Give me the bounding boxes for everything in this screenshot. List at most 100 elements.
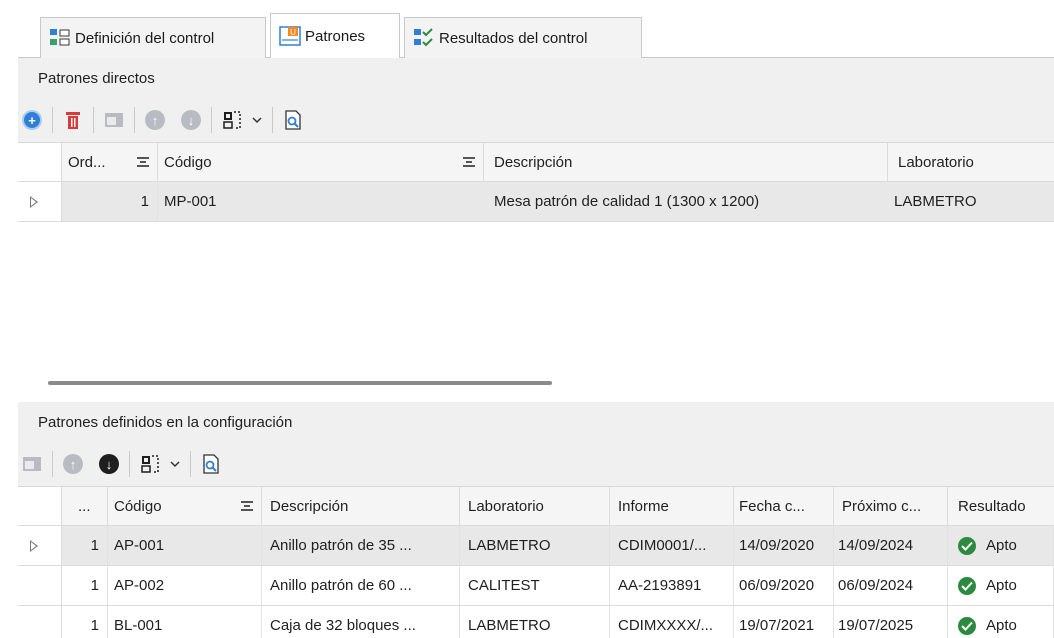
table-row[interactable]: 1 MP-001 Mesa patrón de calidad 1 (1300 … — [18, 182, 1054, 222]
columns-button[interactable] — [136, 450, 164, 478]
columns-icon — [223, 111, 241, 129]
cell-value: AP-002 — [114, 577, 165, 594]
column-header-label: Código — [164, 153, 212, 171]
section-header-patrones-configuracion: Patrones definidos en la configuración — [18, 402, 1054, 442]
grid-patrones-configuracion: ... Código Descripción Laboratorio Infor… — [18, 486, 1054, 638]
move-down-button[interactable]: ↓ — [95, 450, 123, 478]
tree-icon — [49, 27, 71, 49]
add-button[interactable]: + — [18, 106, 46, 134]
cell-value: 19/07/2021 — [739, 617, 815, 634]
row-indicator[interactable] — [18, 566, 62, 605]
cell-value: AA-2193891 — [618, 577, 702, 594]
column-header-fecha[interactable]: Fecha c... — [734, 487, 834, 526]
table-row[interactable]: 1 AP-002 Anillo patrón de 60 ... CALITEST AA… — [18, 566, 1054, 606]
cell-laboratorio: LABMETRO — [460, 606, 610, 638]
window-button[interactable] — [18, 450, 46, 478]
cell-value: CDIM0001/... — [618, 537, 707, 554]
table-row[interactable]: 1 AP-001 Anillo patrón de 35 ... LABMETRO CD… — [18, 526, 1054, 566]
cell-value: LABMETRO — [468, 537, 551, 554]
window-button[interactable] — [100, 106, 128, 134]
grid-header: ... Código Descripción Laboratorio Infor… — [18, 486, 1054, 526]
column-header-resultado[interactable]: Resultado — [948, 487, 1054, 526]
column-header-label: Resultado — [958, 497, 1026, 515]
cell-proximo: 19/07/2025 — [834, 606, 948, 638]
column-header-descripcion[interactable]: Descripción — [484, 143, 888, 182]
tab-resultados-control[interactable]: Resultados del control — [404, 17, 642, 58]
plus-icon: + — [22, 110, 42, 130]
cell-value: 1 — [90, 617, 99, 634]
cell-fecha: 06/09/2020 — [734, 566, 834, 605]
column-header-label: Laboratorio — [898, 153, 974, 171]
cell-proximo: 14/09/2024 — [834, 526, 948, 565]
toolbar-patrones-directos: + ↑ ↓ — [18, 98, 1054, 142]
column-header-informe[interactable]: Informe — [610, 487, 734, 526]
cell-descripcion: Mesa patrón de calidad 1 (1300 x 1200) — [484, 182, 888, 221]
column-header-proximo[interactable]: Próximo c... — [834, 487, 948, 526]
cell-value: Apto — [986, 537, 1017, 554]
columns-dropdown[interactable] — [166, 450, 184, 478]
cell-value: LABMETRO — [894, 193, 977, 210]
column-header-label: ... — [78, 497, 91, 515]
check-circle-icon — [958, 616, 976, 635]
cell-value: CDIMXXXX/... — [618, 617, 714, 634]
column-header-label: Descripción — [270, 497, 349, 515]
preview-icon — [285, 110, 301, 130]
cell-codigo: AP-001 — [108, 526, 262, 565]
arrow-down-icon: ↓ — [181, 110, 201, 130]
cell-value: Caja de 32 bloques ... — [270, 617, 416, 634]
columns-button[interactable] — [218, 106, 246, 134]
row-indicator[interactable] — [18, 182, 62, 221]
trash-icon — [66, 112, 80, 129]
cell-numero: 1 — [62, 566, 108, 605]
toolbar-patrones-configuracion: ↑ ↓ — [18, 442, 1054, 486]
tab-label: Resultados del control — [439, 29, 588, 47]
cell-laboratorio: LABMETRO — [888, 182, 1054, 221]
preview-button[interactable] — [197, 450, 225, 478]
grid-header: Ord... Código Descripción Laboratorio — [18, 142, 1054, 182]
toolbar-separator — [190, 451, 191, 477]
column-header-numero[interactable]: ... — [62, 487, 108, 526]
preview-button[interactable] — [279, 106, 307, 134]
column-header-codigo[interactable]: Código — [108, 487, 262, 526]
preview-icon — [203, 454, 219, 474]
cell-value: 1 — [90, 537, 99, 554]
move-up-button[interactable]: ↑ — [141, 106, 169, 134]
column-header-descripcion[interactable]: Descripción — [262, 487, 460, 526]
section-title: Patrones definidos en la configuración — [38, 413, 293, 431]
toolbar-separator — [52, 107, 53, 133]
cell-descripcion: Caja de 32 bloques ... — [262, 606, 460, 638]
tab-patrones[interactable]: U Patrones — [270, 13, 400, 58]
row-expand-icon — [30, 539, 38, 552]
tab-definicion-control[interactable]: Definición del control — [40, 17, 266, 58]
cell-value: Apto — [986, 577, 1017, 594]
toolbar-separator — [211, 107, 212, 133]
cell-value: LABMETRO — [468, 617, 551, 634]
column-header-codigo[interactable]: Código — [158, 143, 484, 182]
arrow-up-icon: ↑ — [63, 454, 83, 474]
column-header-label: Laboratorio — [468, 497, 544, 515]
cell-proximo: 06/09/2024 — [834, 566, 948, 605]
indicator-header — [18, 487, 62, 526]
row-indicator[interactable] — [18, 526, 62, 565]
toolbar-separator — [52, 451, 53, 477]
column-header-label: Código — [114, 497, 162, 515]
move-up-button[interactable]: ↑ — [59, 450, 87, 478]
cell-informe: CDIMXXXX/... — [610, 606, 734, 638]
columns-dropdown[interactable] — [248, 106, 266, 134]
columns-icon — [141, 455, 159, 473]
row-indicator[interactable] — [18, 606, 62, 638]
tab-label: Definición del control — [75, 29, 215, 47]
column-header-laboratorio[interactable]: Laboratorio — [460, 487, 610, 526]
column-header-laboratorio[interactable]: Laboratorio — [888, 143, 1054, 182]
table-row[interactable]: 1 BL-001 Caja de 32 bloques ... LABMETRO CDI… — [18, 606, 1054, 638]
toolbar-separator — [129, 451, 130, 477]
ruler-icon: U — [279, 25, 301, 47]
cell-orden: 1 — [62, 182, 158, 221]
column-header-orden[interactable]: Ord... — [62, 143, 158, 182]
cell-value: 14/09/2020 — [739, 537, 815, 554]
delete-button[interactable] — [59, 106, 87, 134]
move-down-button[interactable]: ↓ — [177, 106, 205, 134]
check-circle-icon — [958, 576, 976, 595]
cell-value: BL-001 — [114, 617, 163, 634]
horizontal-scrollbar[interactable] — [48, 381, 552, 385]
